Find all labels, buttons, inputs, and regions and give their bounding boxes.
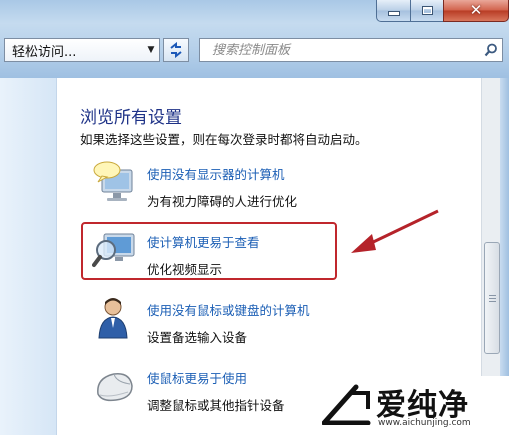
item-link[interactable]: 使鼠标更易于使用 [147,368,247,387]
close-button[interactable]: ✕ [443,0,509,22]
maximize-button[interactable] [410,0,444,22]
item-description: 设置备选输入设备 [147,330,248,345]
left-nav-pane [0,78,57,435]
annotation-arrow-icon [351,209,439,253]
item-description: 调整鼠标或其他指针设备 [147,398,285,413]
search-box[interactable] [199,38,503,62]
grip-icon [488,294,496,302]
page-subtitle: 如果选择这些设置，则在每次登录时都将自动启动。 [80,132,368,147]
item-link[interactable]: 使用没有显示器的计算机 [147,164,285,183]
search-icon[interactable] [480,43,502,57]
scrollbar-thumb[interactable] [484,242,500,354]
close-icon: ✕ [469,1,483,19]
watermark: 爱纯净 www.aichunjing.com [318,376,509,435]
page-title: 浏览所有设置 [80,108,182,128]
user-icon [98,298,128,339]
mouse-icon [97,373,133,402]
item-description: 为有视力障碍的人进行优化 [147,194,298,209]
address-bar[interactable]: 轻松访问... ▼ [4,38,160,62]
highlight-box [81,222,337,280]
item-link[interactable]: 使用没有鼠标或键盘的计算机 [147,300,310,319]
refresh-icon [170,42,182,58]
watermark-logo-icon [322,384,371,425]
maximize-icon [421,6,433,15]
minimize-button[interactable] [376,0,411,22]
minimize-icon [387,11,400,16]
watermark-url: www.aichunjing.com [378,418,471,428]
chevron-down-icon[interactable]: ▼ [143,39,159,61]
search-input[interactable] [210,41,480,59]
speech-monitor-icon [93,161,133,201]
refresh-button[interactable] [163,38,189,62]
list-item: 使用没有鼠标或键盘的计算机 设置备选输入设备 [92,294,432,350]
address-text: 轻松访问... [12,44,77,60]
